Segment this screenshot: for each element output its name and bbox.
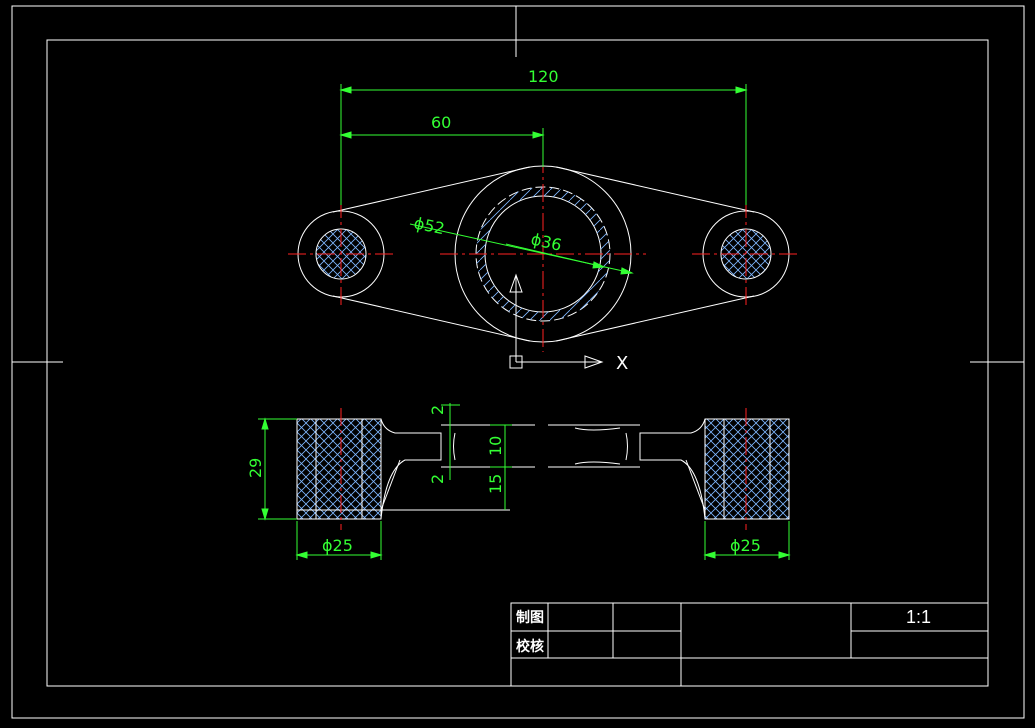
dim-2-bottom-label: 2: [428, 474, 447, 484]
ucs-icon: [509, 273, 604, 369]
dim-dia-25-right-label: ϕ25: [730, 536, 761, 555]
dim-60-label: 60: [431, 113, 451, 132]
dim-10-label: 10: [486, 436, 505, 456]
right-boss-section-hatch: [705, 419, 789, 519]
dim-dia-25-left-label: ϕ25: [322, 536, 353, 555]
dim-2-top-label: 2: [428, 405, 447, 415]
title-block-scale-value: 1:1: [906, 607, 931, 627]
dim-dia-52-label: ϕ52: [412, 213, 446, 238]
left-boss-section-hatch: [297, 419, 381, 519]
top-view: 120 60 ϕ52 ϕ36 X: [288, 67, 800, 374]
dim-120-label: 120: [528, 67, 559, 86]
title-block-checked-label: 校核: [516, 638, 544, 655]
dim-15-label: 15: [486, 474, 505, 494]
cad-drawing-canvas[interactable]: 120 60 ϕ52 ϕ36 X 29 2 10 2 15 ϕ25 ϕ25 制图…: [0, 0, 1035, 728]
inner-frame: [46, 39, 989, 687]
web-section-outline: [441, 424, 640, 468]
dim-29-label: 29: [246, 458, 265, 478]
title-block-drawn-label: 制图: [516, 609, 544, 626]
section-view: 29 2 10 2 15 ϕ25 ϕ25: [246, 403, 791, 560]
ucs-x-label: X: [616, 353, 628, 374]
